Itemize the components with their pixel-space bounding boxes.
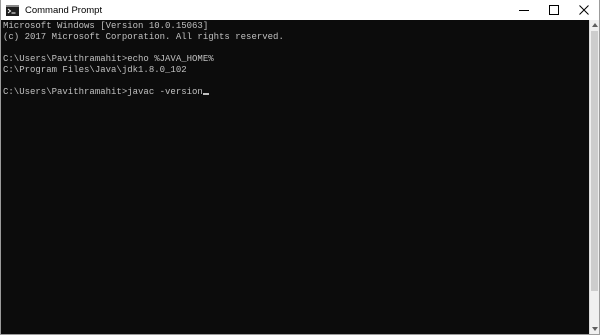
- scroll-up-button[interactable]: [590, 20, 599, 30]
- console-line: Microsoft Windows [Version 10.0.15063]: [3, 21, 209, 31]
- console-line: (c) 2017 Microsoft Corporation. All righ…: [3, 32, 284, 42]
- window-title: Command Prompt: [25, 4, 103, 16]
- text-cursor: [202, 93, 209, 95]
- scroll-down-button[interactable]: [590, 324, 599, 334]
- console-line: C:\Program Files\Java\jdk1.8.0_102: [3, 65, 187, 75]
- console-output[interactable]: Microsoft Windows [Version 10.0.15063] (…: [1, 20, 589, 334]
- minimize-icon: [519, 10, 529, 11]
- maximize-button[interactable]: [539, 0, 569, 20]
- window-controls: [509, 0, 599, 20]
- vertical-scrollbar[interactable]: [589, 20, 599, 334]
- maximize-icon: [549, 5, 559, 15]
- close-button[interactable]: [569, 0, 599, 20]
- console-prompt-command: C:\Users\Pavithramahit>javac -version: [3, 87, 203, 97]
- minimize-button[interactable]: [509, 0, 539, 20]
- chevron-down-icon: [591, 327, 598, 331]
- close-icon: [579, 5, 589, 15]
- console-line: C:\Users\Pavithramahit>echo %JAVA_HOME%: [3, 54, 214, 64]
- title-bar[interactable]: Command Prompt: [1, 0, 599, 20]
- chevron-up-icon: [591, 23, 598, 27]
- command-prompt-window: Command Prompt Microsoft Windows [Versio…: [0, 0, 600, 335]
- cmd-icon: [6, 4, 19, 16]
- console-input-line[interactable]: C:\Users\Pavithramahit>javac -version: [3, 87, 589, 98]
- scrollbar-thumb[interactable]: [591, 31, 598, 291]
